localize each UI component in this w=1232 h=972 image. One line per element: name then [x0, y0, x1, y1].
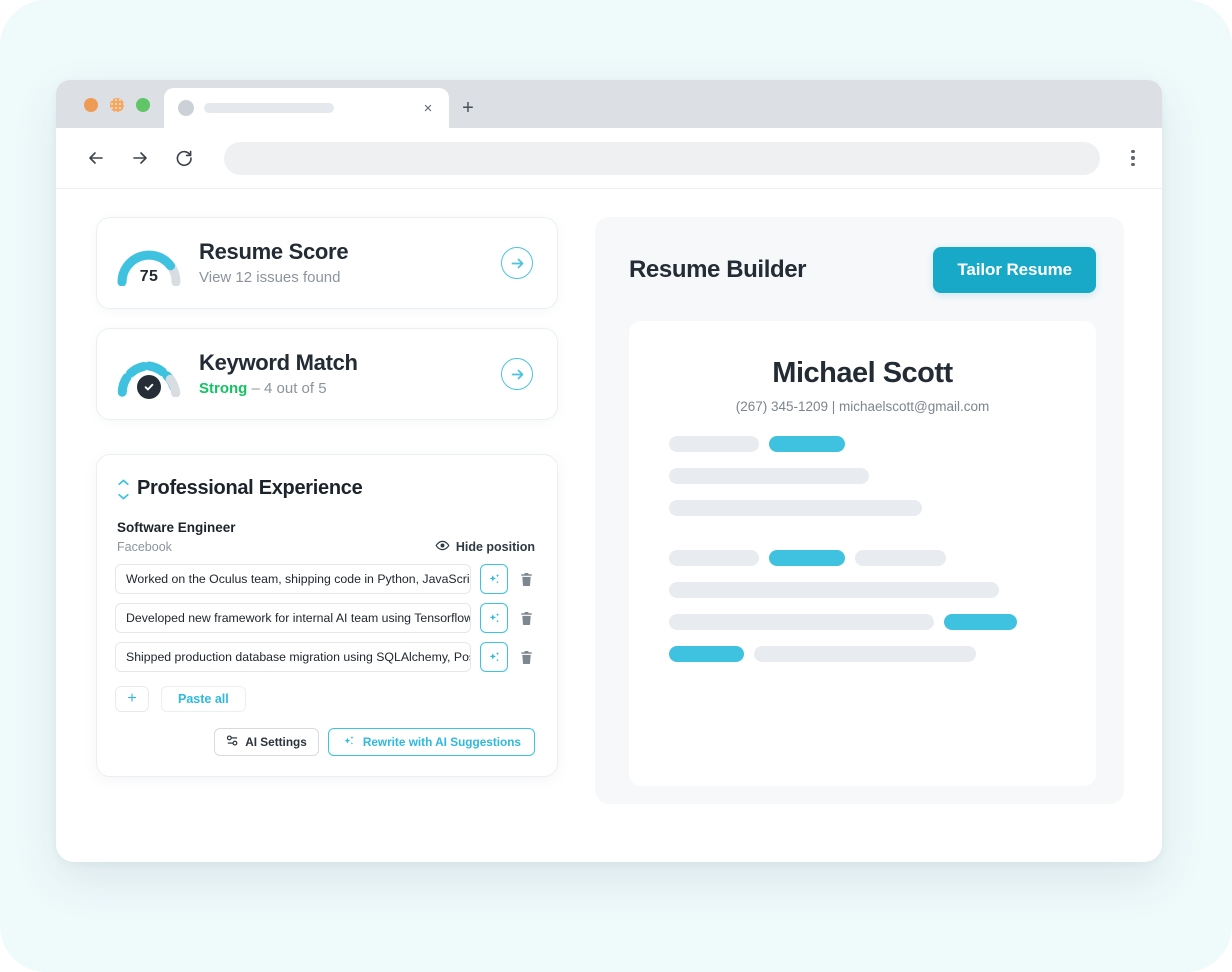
ai-actions-row: AI Settings Rewrite with AI Suggestions — [115, 728, 535, 756]
page-root: × + 75 Resume Score View 12 issues found… — [0, 0, 1232, 972]
bullet-row: Developed new framework for internal AI … — [115, 603, 535, 633]
placeholder-bar-highlight — [669, 646, 744, 662]
trash-icon[interactable] — [517, 564, 535, 594]
sliders-icon — [226, 734, 239, 750]
resume-preview-sheet[interactable]: Michael Scott (267) 345-1209 | michaelsc… — [629, 321, 1096, 786]
placeholder-row — [669, 500, 1056, 516]
browser-window: × + 75 Resume Score View 12 issues found… — [56, 80, 1162, 862]
placeholder-bar — [669, 614, 934, 630]
job-company: Facebook — [117, 540, 172, 554]
experience-section-title: Professional Experience — [137, 477, 363, 499]
placeholder-row — [669, 582, 1056, 598]
browser-tab[interactable]: × — [164, 88, 449, 128]
tailor-resume-button[interactable]: Tailor Resume — [933, 247, 1096, 293]
placeholder-row — [669, 614, 1056, 630]
placeholder-row — [669, 468, 1056, 484]
browser-toolbar — [56, 128, 1162, 189]
placeholder-bar — [669, 550, 759, 566]
placeholder-bar — [669, 582, 999, 598]
resume-score-arrow-right-circle-icon[interactable] — [501, 247, 533, 279]
back-icon[interactable] — [78, 140, 114, 176]
keyword-match-strength: Strong — [199, 379, 248, 397]
window-controls — [56, 98, 164, 128]
paste-all-button[interactable]: Paste all — [161, 686, 246, 712]
rewrite-label: Rewrite with AI Suggestions — [362, 735, 521, 749]
placeholder-bar — [669, 500, 922, 516]
add-bullet-button[interactable]: + — [115, 686, 149, 712]
resume-builder-panel: Resume Builder Tailor Resume Michael Sco… — [595, 217, 1124, 804]
sparkle-icon[interactable] — [480, 642, 508, 672]
experience-header: Professional Experience — [115, 477, 535, 500]
placeholder-row — [669, 646, 1056, 662]
placeholder-row — [669, 550, 1056, 566]
ai-settings-button[interactable]: AI Settings — [214, 728, 319, 756]
resume-score-text: Resume Score View 12 issues found — [199, 239, 501, 286]
bullet-input[interactable]: Worked on the Oculus team, shipping code… — [115, 564, 471, 594]
placeholder-bar-highlight — [944, 614, 1017, 630]
job-meta-row: Facebook Hide position — [117, 538, 535, 556]
bullet-actions-row: + Paste all — [115, 686, 535, 712]
resume-score-subtitle: View 12 issues found — [199, 268, 341, 286]
placeholder-spacer — [669, 528, 1056, 550]
placeholder-bar-highlight — [769, 550, 845, 566]
address-bar-input[interactable] — [224, 141, 1100, 175]
resume-score-value: 75 — [139, 268, 159, 285]
page-title: Resume Builder — [629, 256, 807, 283]
placeholder-bar — [855, 550, 946, 566]
resume-placeholder-content — [669, 436, 1056, 662]
chevron-up-down-icon[interactable] — [115, 477, 131, 500]
bullet-row: Worked on the Oculus team, shipping code… — [115, 564, 535, 594]
zoom-window-dot[interactable] — [136, 98, 150, 112]
bullet-row: Shipped production database migration us… — [115, 642, 535, 672]
bullet-input[interactable]: Developed new framework for internal AI … — [115, 603, 471, 633]
resume-score-card[interactable]: 75 Resume Score View 12 issues found — [96, 217, 558, 309]
left-column: 75 Resume Score View 12 issues found Key… — [96, 217, 558, 862]
resume-builder-header: Resume Builder Tailor Resume — [629, 247, 1096, 293]
browser-menu-icon[interactable] — [1118, 140, 1148, 176]
job-title: Software Engineer — [117, 520, 236, 535]
keyword-match-card[interactable]: Keyword Match Strong – 4 out of 5 — [96, 328, 558, 420]
forward-icon[interactable] — [122, 140, 158, 176]
close-tab-icon[interactable]: × — [419, 99, 437, 117]
hide-position-label: Hide position — [455, 540, 535, 554]
hide-position-toggle[interactable]: Hide position — [435, 538, 535, 556]
reload-icon[interactable] — [166, 140, 202, 176]
close-window-dot[interactable] — [84, 98, 98, 112]
keyword-match-arrow-right-circle-icon[interactable] — [501, 358, 533, 390]
resume-contact-line: (267) 345-1209 | michaelscott@gmail.com — [735, 399, 990, 414]
professional-experience-card: Professional Experience Software Enginee… — [96, 454, 558, 777]
keyword-match-gauge — [115, 351, 183, 399]
bullet-input[interactable]: Shipped production database migration us… — [115, 642, 471, 672]
keyword-match-title: Keyword Match — [199, 350, 358, 376]
keyword-match-count: – 4 out of 5 — [247, 379, 327, 397]
sparkle-icon[interactable] — [480, 564, 508, 594]
resume-score-title: Resume Score — [199, 239, 349, 265]
placeholder-bar — [754, 646, 976, 662]
ai-settings-label: AI Settings — [245, 735, 307, 749]
tab-title-placeholder — [204, 103, 334, 113]
resume-score-gauge: 75 — [115, 240, 183, 286]
tab-favicon-icon — [178, 100, 194, 116]
resume-candidate-name: Michael Scott — [772, 357, 953, 389]
new-tab-button[interactable]: + — [449, 88, 487, 128]
keyword-match-check-badge-icon — [137, 375, 161, 399]
sparkle-icon — [342, 734, 356, 751]
app-body: 75 Resume Score View 12 issues found Key… — [56, 189, 1162, 862]
browser-tab-strip: × + — [56, 80, 1162, 128]
placeholder-bar-highlight — [769, 436, 845, 452]
trash-icon[interactable] — [517, 603, 535, 633]
eye-icon — [435, 538, 450, 556]
placeholder-bar — [669, 436, 759, 452]
trash-icon[interactable] — [517, 642, 535, 672]
keyword-match-subtitle: Strong – 4 out of 5 — [199, 380, 501, 398]
bullet-list: Worked on the Oculus team, shipping code… — [115, 564, 535, 672]
sparkle-icon[interactable] — [480, 603, 508, 633]
placeholder-row — [669, 436, 1056, 452]
minimize-window-dot[interactable] — [110, 98, 124, 112]
keyword-match-text: Keyword Match Strong – 4 out of 5 — [199, 350, 501, 397]
rewrite-with-ai-button[interactable]: Rewrite with AI Suggestions — [327, 728, 535, 756]
placeholder-bar — [669, 468, 869, 484]
